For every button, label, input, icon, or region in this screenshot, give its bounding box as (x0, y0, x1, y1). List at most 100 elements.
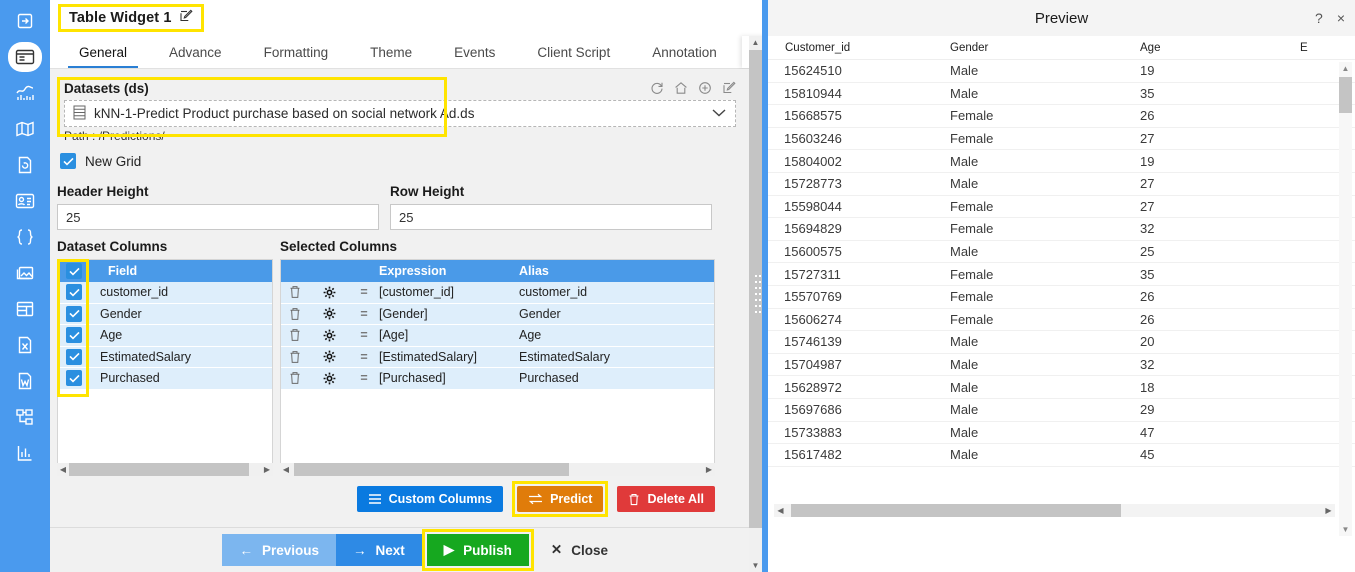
preview-vscrollbar[interactable]: ▲ ▼ (1339, 62, 1352, 536)
table-row[interactable]: 15624510 Male 19 (768, 60, 1355, 83)
rail-item-dashboard[interactable] (8, 42, 42, 72)
trash-icon[interactable] (281, 328, 309, 342)
gear-icon[interactable] (309, 350, 349, 363)
close-icon[interactable]: × (1337, 10, 1345, 26)
widget-title-container[interactable]: Table Widget 1 (58, 4, 204, 32)
table-row[interactable]: = [EstimatedSalary] EstimatedSalary (281, 346, 714, 368)
table-row[interactable]: 15600575 Male 25 (768, 241, 1355, 264)
table-row[interactable]: 15606274 Female 26 (768, 309, 1355, 332)
row-height-input[interactable]: 25 (390, 204, 712, 230)
select-all-checkbox[interactable] (58, 263, 90, 279)
add-circle-icon[interactable] (698, 81, 712, 95)
table-row[interactable]: 15694829 Female 32 (768, 218, 1355, 241)
table-row[interactable]: 15603246 Female 27 (768, 128, 1355, 151)
table-row[interactable]: Age (58, 325, 272, 347)
table-row[interactable]: 15598044 Female 27 (768, 196, 1355, 219)
new-grid-checkbox[interactable]: New Grid (60, 153, 141, 169)
scroll-right-arrow-icon[interactable]: ▶ (703, 465, 715, 474)
table-row[interactable]: EstimatedSalary (58, 346, 272, 368)
scroll-down-arrow-icon[interactable]: ▼ (749, 559, 762, 572)
table-row[interactable]: 15570769 Female 26 (768, 286, 1355, 309)
custom-columns-button[interactable]: Custom Columns (356, 486, 504, 512)
table-row[interactable]: 15804002 Male 19 (768, 150, 1355, 173)
tab-events[interactable]: Events (433, 36, 516, 68)
table-row[interactable]: 15697686 Male 29 (768, 399, 1355, 422)
dataset-columns-hscrollbar[interactable]: ◀ ▶ (57, 463, 273, 476)
help-icon[interactable]: ? (1315, 10, 1323, 26)
preview-hscrollbar[interactable]: ◀ ▶ (774, 504, 1335, 517)
scroll-thumb[interactable] (294, 463, 569, 476)
refresh-icon[interactable] (650, 81, 664, 95)
tab-annotation[interactable]: Annotation (631, 36, 738, 68)
table-row[interactable]: 15746139 Male 20 (768, 331, 1355, 354)
panel-resize-grip[interactable] (755, 275, 762, 319)
previous-button[interactable]: ← Previous (222, 534, 336, 566)
row-checkbox[interactable] (58, 370, 90, 387)
scroll-track[interactable] (292, 463, 703, 476)
rail-item-report-chart[interactable] (8, 438, 42, 468)
tab-client-script[interactable]: Client Script (516, 36, 631, 68)
selected-columns-hscrollbar[interactable]: ◀ ▶ (280, 463, 715, 476)
rail-item-chart[interactable] (8, 78, 42, 108)
close-button[interactable]: ✕ Close (534, 534, 625, 566)
table-row[interactable]: = [Gender] Gender (281, 303, 714, 325)
predict-button[interactable]: Predict (517, 486, 604, 512)
scroll-thumb[interactable] (69, 463, 249, 476)
table-row[interactable]: 15668575 Female 26 (768, 105, 1355, 128)
header-height-input[interactable]: 25 (57, 204, 379, 230)
dataset-select[interactable]: kNN-1-Predict Product purchase based on … (64, 100, 736, 127)
table-row[interactable]: = [Age] Age (281, 325, 714, 347)
trash-icon[interactable] (281, 307, 309, 321)
table-row[interactable]: = [Purchased] Purchased (281, 368, 714, 390)
scroll-left-arrow-icon[interactable]: ◀ (57, 465, 69, 474)
trash-icon[interactable] (281, 371, 309, 385)
row-checkbox[interactable] (58, 348, 90, 365)
table-row[interactable]: customer_id (58, 282, 272, 304)
scroll-right-arrow-icon[interactable]: ▶ (1322, 506, 1335, 515)
gear-icon[interactable] (309, 329, 349, 342)
pencil-square-icon[interactable] (179, 9, 193, 26)
tab-general[interactable]: General (58, 36, 148, 68)
next-button[interactable]: → Next (336, 534, 422, 566)
scroll-thumb[interactable] (1339, 77, 1352, 113)
table-row[interactable]: 15617482 Male 45 (768, 444, 1355, 467)
edit-icon[interactable] (722, 81, 736, 95)
scroll-left-arrow-icon[interactable]: ◀ (280, 465, 292, 474)
scroll-left-arrow-icon[interactable]: ◀ (774, 506, 787, 515)
scroll-up-arrow-icon[interactable]: ▲ (749, 36, 762, 49)
rail-item-code[interactable] (8, 222, 42, 252)
rail-item-excel-file[interactable] (8, 330, 42, 360)
table-row[interactable]: 15727311 Female 35 (768, 263, 1355, 286)
gear-icon[interactable] (309, 286, 349, 299)
table-row[interactable]: 15810944 Male 35 (768, 83, 1355, 106)
table-row[interactable]: Gender (58, 303, 272, 325)
trash-icon[interactable] (281, 285, 309, 299)
trash-icon[interactable] (281, 350, 309, 364)
row-checkbox[interactable] (58, 284, 90, 301)
table-row[interactable]: 15728773 Male 27 (768, 173, 1355, 196)
chevron-down-icon[interactable] (711, 106, 727, 121)
table-row[interactable]: = [customer_id] customer_id (281, 282, 714, 304)
gear-icon[interactable] (309, 307, 349, 320)
rail-item-image[interactable] (8, 258, 42, 288)
tab-formatting[interactable]: Formatting (243, 36, 350, 68)
rail-item-grid[interactable] (8, 294, 42, 324)
rail-item-document-refresh[interactable] (8, 150, 42, 180)
scroll-right-arrow-icon[interactable]: ▶ (261, 465, 273, 474)
rail-item-hierarchy[interactable] (8, 402, 42, 432)
tab-advance[interactable]: Advance (148, 36, 243, 68)
publish-button[interactable]: ▶ Publish (426, 534, 529, 566)
table-row[interactable]: Purchased (58, 368, 272, 390)
scroll-thumb[interactable] (791, 504, 1121, 517)
tab-theme[interactable]: Theme (349, 36, 433, 68)
rail-item-export[interactable] (8, 6, 42, 36)
scroll-down-arrow-icon[interactable]: ▼ (1339, 523, 1352, 536)
scroll-up-arrow-icon[interactable]: ▲ (1339, 62, 1352, 75)
table-row[interactable]: 15733883 Male 47 (768, 422, 1355, 445)
table-row[interactable]: 15628972 Male 18 (768, 376, 1355, 399)
row-checkbox[interactable] (58, 327, 90, 344)
rail-item-card[interactable] (8, 186, 42, 216)
rail-item-map[interactable] (8, 114, 42, 144)
scroll-track[interactable] (69, 463, 261, 476)
row-checkbox[interactable] (58, 305, 90, 322)
